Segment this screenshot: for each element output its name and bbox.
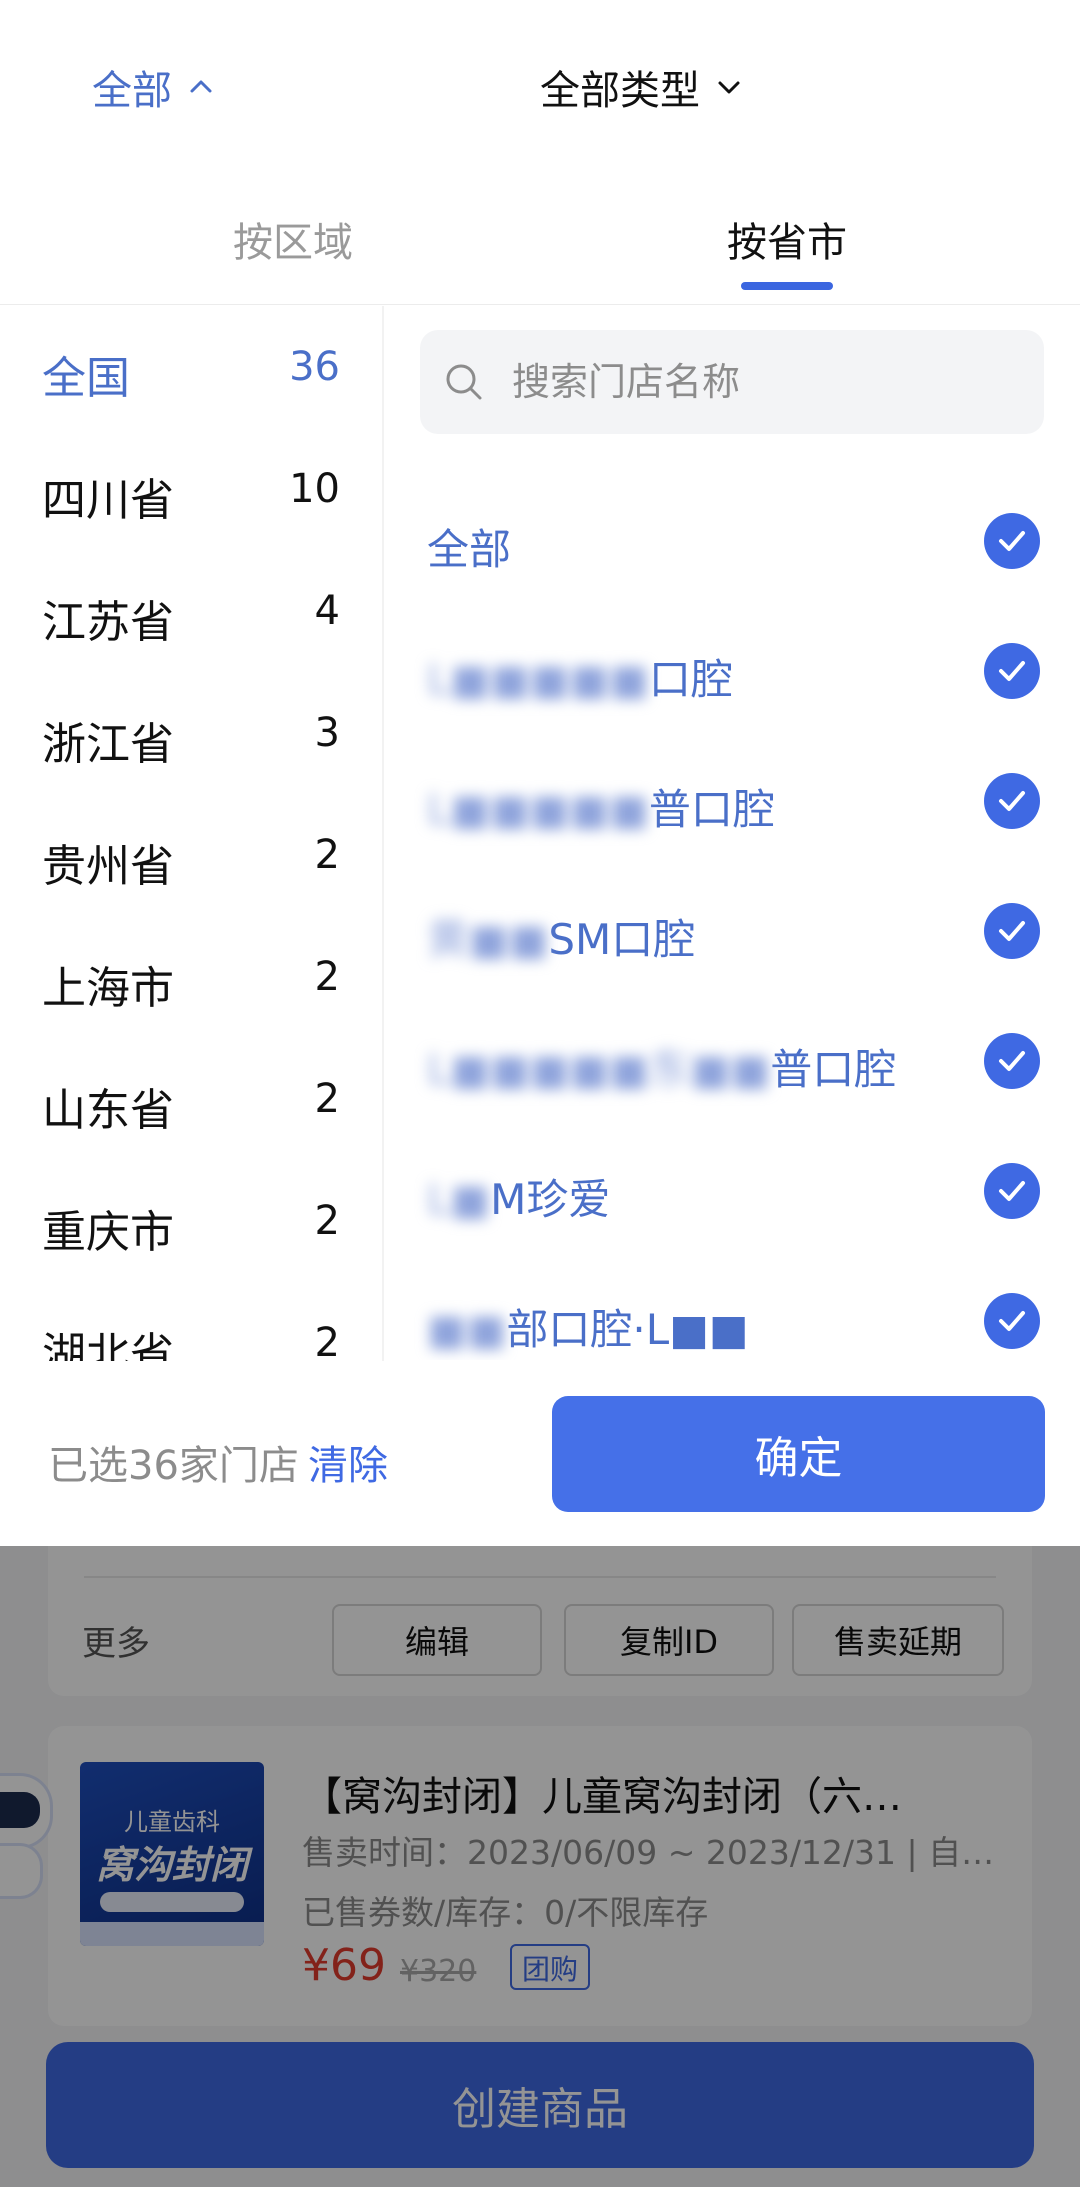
store-name: ■■部口腔·L■■ xyxy=(427,1305,749,1354)
product-image: 儿童齿科 窝沟封闭 xyxy=(80,1762,264,1946)
checkmark-icon[interactable] xyxy=(984,1293,1040,1349)
checkmark-icon[interactable] xyxy=(984,513,1040,569)
clear-link[interactable]: 清除 xyxy=(308,1433,388,1491)
province-item-national[interactable]: 全国 36 xyxy=(0,306,382,428)
province-count: 4 xyxy=(314,588,340,634)
checkmark-icon[interactable] xyxy=(984,773,1040,829)
store-name: L■■■■■东■■普口腔 xyxy=(427,1045,897,1094)
province-name: 四川省 xyxy=(42,475,174,526)
divider xyxy=(84,1576,996,1578)
store-item[interactable]: L■■■■■口腔 xyxy=(384,610,1080,740)
filter-type-label: 全部类型 xyxy=(540,68,700,114)
chevron-up-icon xyxy=(190,80,212,93)
checkmark-icon[interactable] xyxy=(984,1163,1040,1219)
product-original-price: ¥320 xyxy=(400,1954,477,1989)
store-item[interactable]: ■■部口腔·L■■ xyxy=(384,1260,1080,1360)
create-product-button[interactable]: 创建商品 xyxy=(46,2042,1034,2168)
checkmark-icon[interactable] xyxy=(984,643,1040,699)
province-item-hubei[interactable]: 湖北省 2 xyxy=(0,1282,382,1361)
province-name: 上海市 xyxy=(42,963,174,1014)
store-search-input[interactable] xyxy=(512,352,1012,412)
province-count: 10 xyxy=(289,466,340,512)
store-item[interactable]: 黄■■SM口腔 xyxy=(384,870,1080,1000)
extend-sale-button[interactable]: 售卖延期 xyxy=(792,1604,1004,1676)
province-list[interactable]: 全国 36 四川省 10 江苏省 4 浙江省 3 贵州省 2 上海市 2 山东省… xyxy=(0,306,382,1361)
province-item-shanghai[interactable]: 上海市 2 xyxy=(0,916,382,1038)
province-count: 36 xyxy=(289,344,340,390)
province-item-jiangsu[interactable]: 江苏省 4 xyxy=(0,550,382,672)
province-count: 2 xyxy=(314,1198,340,1244)
assistant-robot-icon[interactable] xyxy=(0,1776,50,1906)
product-card-actions: 更多 编辑 复制ID 售卖延期 xyxy=(48,1546,1032,1696)
store-item-all[interactable]: 全部 xyxy=(384,480,1080,610)
province-count: 2 xyxy=(314,832,340,878)
background-page: 更多 编辑 复制ID 售卖延期 儿童齿科 窝沟封闭 【窝沟封闭】儿童窝沟封闭（六… xyxy=(0,1546,1080,2187)
checkmark-icon[interactable] xyxy=(984,1033,1040,1089)
selected-count-text: 已选36家门店 xyxy=(48,1443,299,1489)
more-label[interactable]: 更多 xyxy=(82,1616,150,1665)
province-name: 重庆市 xyxy=(42,1207,174,1258)
tab-by-province[interactable]: 按省市 xyxy=(727,210,847,268)
checkmark-icon[interactable] xyxy=(984,903,1040,959)
province-count: 3 xyxy=(314,710,340,756)
province-name: 湖北省 xyxy=(42,1329,174,1361)
product-sale-time: 售卖时间：2023/06/09 ~ 2023/12/31 | 自… xyxy=(302,1833,995,1872)
product-card[interactable]: 儿童齿科 窝沟封闭 【窝沟封闭】儿童窝沟封闭（六… 售卖时间：2023/06/0… xyxy=(48,1726,1032,2026)
tab-by-region[interactable]: 按区域 xyxy=(233,210,353,268)
province-item-sichuan[interactable]: 四川省 10 xyxy=(0,428,382,550)
province-count: 2 xyxy=(314,1320,340,1361)
province-name: 全国 xyxy=(42,353,130,404)
active-tab-indicator xyxy=(741,282,833,290)
store-name: L■■■■■口腔 xyxy=(427,655,733,704)
province-item-chongqing[interactable]: 重庆市 2 xyxy=(0,1160,382,1282)
top-filter-bar: 全部 全部类型 xyxy=(0,0,1080,170)
copy-id-button[interactable]: 复制ID xyxy=(564,1604,774,1676)
selection-action-bar: 已选36家门店 清除 确定 xyxy=(0,1361,1080,1546)
filter-type-dropdown[interactable]: 全部类型 xyxy=(540,58,744,116)
edit-button[interactable]: 编辑 xyxy=(332,1604,542,1676)
store-list[interactable]: 全部 L■■■■■口腔 L■■■■■普口腔 黄■■SM口腔 L■■■■■东■■普… xyxy=(384,480,1080,1360)
store-item[interactable]: L■■■■■东■■普口腔 xyxy=(384,1000,1080,1130)
store-search-box[interactable] xyxy=(420,330,1044,434)
province-item-shandong[interactable]: 山东省 2 xyxy=(0,1038,382,1160)
province-name: 江苏省 xyxy=(42,597,174,648)
province-name: 山东省 xyxy=(42,1085,174,1136)
filter-all-dropdown[interactable]: 全部 xyxy=(92,58,216,116)
search-icon xyxy=(446,364,482,400)
store-item[interactable]: L■■■■■普口腔 xyxy=(384,740,1080,870)
confirm-button[interactable]: 确定 xyxy=(552,1396,1045,1512)
store-name: L■■■■■普口腔 xyxy=(427,785,775,834)
province-item-guizhou[interactable]: 贵州省 2 xyxy=(0,794,382,916)
region-tabs: 按区域 按省市 xyxy=(0,190,1080,305)
province-name: 贵州省 xyxy=(42,841,174,892)
chevron-down-icon xyxy=(718,81,740,94)
filter-all-label: 全部 xyxy=(92,68,172,114)
store-name: 黄■■SM口腔 xyxy=(427,915,696,964)
store-name: 全部 xyxy=(427,525,512,574)
store-name: L■M珍爱 xyxy=(427,1175,611,1224)
product-stock: 已售券数/库存：0/不限库存 xyxy=(302,1893,709,1932)
product-price: ¥69 xyxy=(302,1940,386,1991)
province-item-zhejiang[interactable]: 浙江省 3 xyxy=(0,672,382,794)
province-count: 2 xyxy=(314,954,340,1000)
store-item[interactable]: L■M珍爱 xyxy=(384,1130,1080,1260)
province-name: 浙江省 xyxy=(42,719,174,770)
product-title: 【窝沟封闭】儿童窝沟封闭（六… xyxy=(302,1774,902,1820)
province-count: 2 xyxy=(314,1076,340,1122)
group-buy-badge: 团购 xyxy=(510,1944,591,1990)
